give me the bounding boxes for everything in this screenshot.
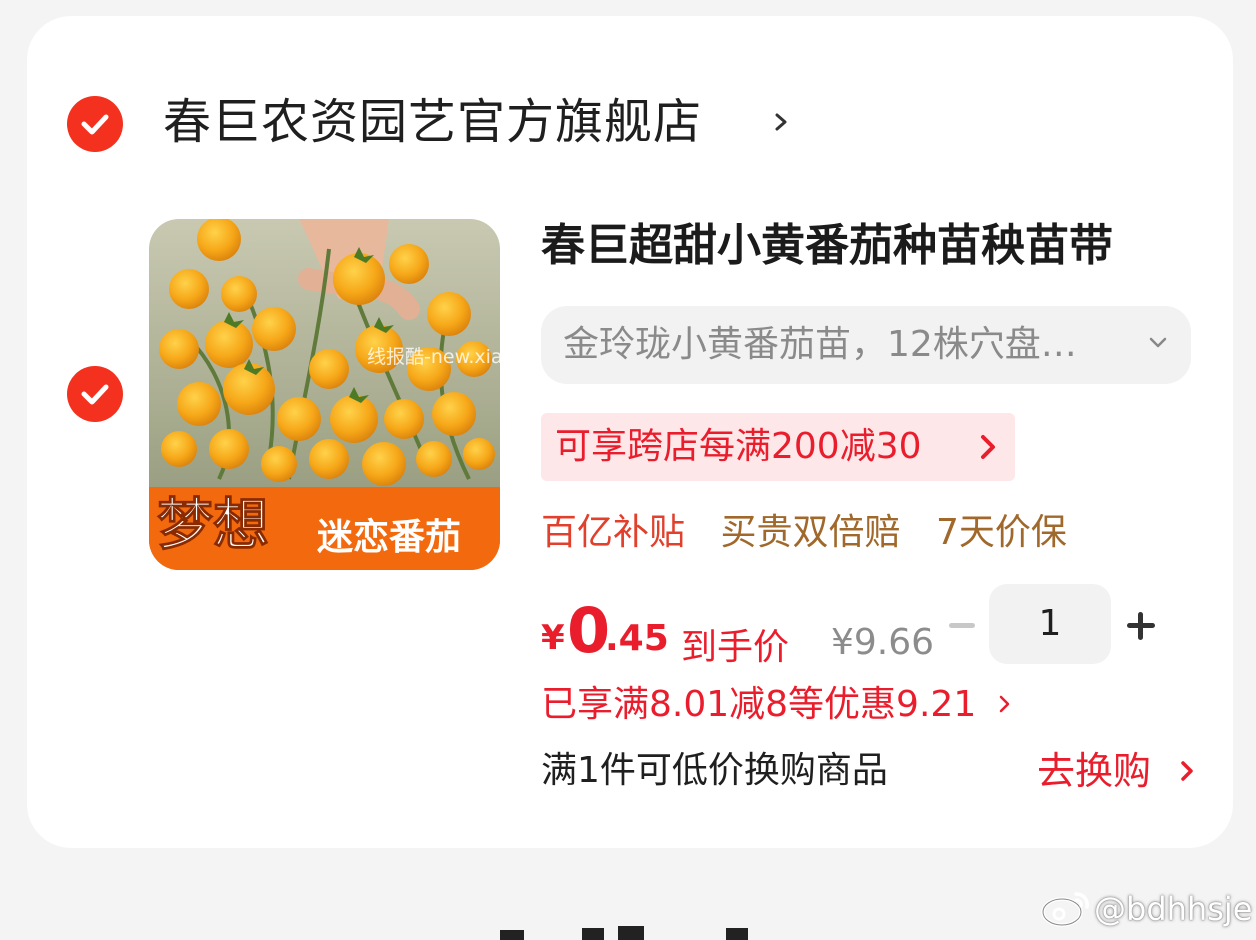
chevron-down-icon <box>1149 337 1167 348</box>
shop-select-checkbox[interactable] <box>67 96 123 152</box>
minus-icon <box>949 622 975 628</box>
applied-discount[interactable]: 已享满8.01减8等优惠9.21 <box>541 678 976 732</box>
product-title[interactable]: 春巨超甜小黄番茄种苗秧苗带 <box>541 214 1113 278</box>
price-currency: ¥ <box>541 618 565 658</box>
price-label: 到手价 <box>681 627 790 668</box>
item-select-checkbox[interactable] <box>67 366 123 422</box>
product-image-caption-small: 迷恋番茄 <box>317 516 461 558</box>
weibo-handle: @bdhhsje <box>1094 890 1253 928</box>
next-section-partial-heading <box>500 926 748 940</box>
cross-store-promo[interactable]: 可享跨店每满200减30 <box>541 413 1015 481</box>
quantity-input[interactable]: 1 <box>989 584 1111 664</box>
tag-double-compensation: 买贵双倍赔 <box>720 512 901 553</box>
chevron-right-icon[interactable] <box>769 104 797 140</box>
cart-card: 春巨农资园艺官方旗舰店 梦想 迷恋番茄 线报酷-new.xianbao.fun … <box>27 16 1233 848</box>
original-price: ¥9.66 <box>831 622 935 663</box>
tag-price-protection: 7天价保 <box>935 512 1067 553</box>
service-tags: 百亿补贴 买贵双倍赔 7天价保 <box>541 506 1091 560</box>
checkmark-icon <box>81 114 109 135</box>
exchange-link[interactable]: 去换购 <box>1037 744 1151 798</box>
chevron-right-icon[interactable] <box>1177 755 1197 787</box>
price-integer: 0 <box>567 594 611 667</box>
chevron-right-icon[interactable] <box>997 691 1013 717</box>
product-image[interactable]: 梦想 迷恋番茄 <box>149 219 500 570</box>
variant-text: 金玲珑小黄番茄苗，12株穴盘… <box>563 324 1077 365</box>
checkmark-icon <box>81 384 109 405</box>
chevron-right-icon <box>981 435 995 459</box>
tag-subsidy: 百亿补贴 <box>541 512 686 553</box>
exchange-offer-text: 满1件可低价换购商品 <box>541 750 888 791</box>
price-decimal: .45 <box>605 618 669 659</box>
variant-selector[interactable]: 金玲珑小黄番茄苗，12株穴盘… <box>541 306 1191 384</box>
shop-name[interactable]: 春巨农资园艺官方旗舰店 <box>163 86 702 158</box>
promo-text: 可享跨店每满200减30 <box>555 426 922 467</box>
product-image-caption-big: 梦想 <box>157 492 269 558</box>
weibo-logo-icon <box>1041 892 1089 927</box>
quantity-decrease-button[interactable] <box>945 608 979 642</box>
quantity-increase-button[interactable] <box>1121 606 1161 646</box>
